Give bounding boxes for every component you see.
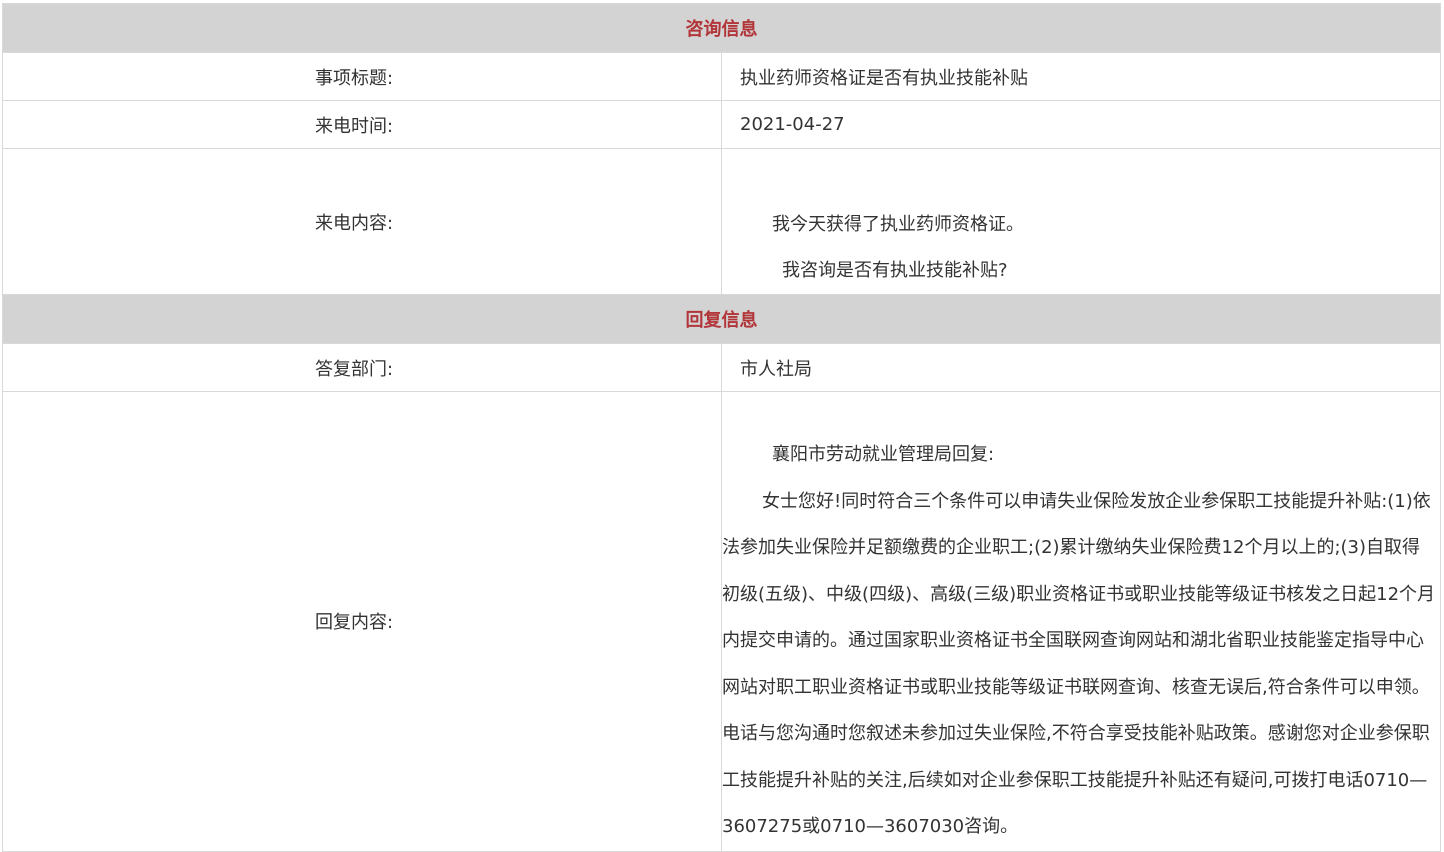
dept-row: 答复部门: 市人社局 (2, 343, 1441, 392)
title-value: 执业药师资格证是否有执业技能补贴 (721, 52, 1441, 101)
reply-paragraph-2: 女士您好!同时符合三个条件可以申请失业保险发放企业参保职工技能提升补贴:(1)依… (722, 490, 1436, 838)
call-content-cell: 我今天获得了执业药师资格证。 我咨询是否有执业技能补贴? (721, 148, 1441, 295)
call-content-label-cell: 来电内容: (2, 148, 722, 295)
consult-section-header: 咨询信息 (2, 3, 1441, 53)
reply-section-title: 回复信息 (2, 294, 1441, 344)
reply-content-label: 回复内容: (314, 612, 394, 634)
dept-label: 答复部门: (314, 358, 394, 380)
dept-label-cell: 答复部门: (2, 343, 722, 392)
date-label: 来电时间: (314, 115, 394, 137)
dept-value: 市人社局 (721, 343, 1441, 392)
reply-paragraph-1: 襄阳市劳动就业管理局回复: (772, 444, 995, 465)
info-table: 咨询信息 事项标题: 执业药师资格证是否有执业技能补贴 来电时间: 2021-0… (2, 3, 1441, 852)
call-content-label: 来电内容: (314, 212, 394, 234)
date-value: 2021-04-27 (721, 100, 1441, 149)
reply-section-header: 回复信息 (2, 294, 1441, 344)
title-row: 事项标题: 执业药师资格证是否有执业技能补贴 (2, 52, 1441, 101)
call-content-line1: 我今天获得了执业药师资格证。 (772, 214, 1024, 235)
reply-content-cell: 襄阳市劳动就业管理局回复: 女士您好!同时符合三个条件可以申请失业保险发放企业参… (721, 391, 1441, 852)
title-label: 事项标题: (314, 67, 394, 89)
consult-section-title: 咨询信息 (2, 3, 1441, 53)
date-row: 来电时间: 2021-04-27 (2, 100, 1441, 149)
title-label-cell: 事项标题: (2, 52, 722, 101)
call-content-row: 来电内容: 我今天获得了执业药师资格证。 我咨询是否有执业技能补贴? (2, 148, 1441, 295)
reply-content-label-cell: 回复内容: (2, 391, 722, 852)
reply-content: 襄阳市劳动就业管理局回复: 女士您好!同时符合三个条件可以申请失业保险发放企业参… (722, 392, 1440, 851)
reply-content-row: 回复内容: 襄阳市劳动就业管理局回复: 女士您好!同时符合三个条件可以申请失业保… (2, 391, 1441, 852)
date-label-cell: 来电时间: (2, 100, 722, 149)
call-content-line2: 我咨询是否有执业技能补贴? (782, 260, 1008, 281)
